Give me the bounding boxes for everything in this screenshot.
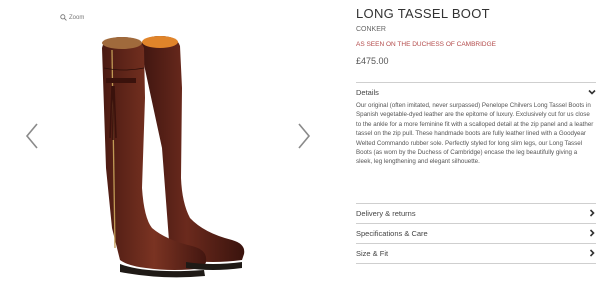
size-header[interactable]: Size & Fit: [356, 244, 596, 262]
size-label: Size & Fit: [356, 248, 389, 258]
chevron-right-icon: [589, 229, 595, 237]
delivery-label: Delivery & returns: [356, 208, 416, 218]
accordion-size: Size & Fit: [356, 243, 596, 262]
chevron-down-icon: [588, 89, 596, 95]
as-seen-label: AS SEEN ON THE DUCHESS OF CAMBRIDGE: [356, 41, 497, 48]
product-color: CONKER: [356, 26, 386, 33]
chevron-right-icon[interactable]: [296, 122, 312, 150]
details-label: Details: [356, 87, 379, 97]
product-image[interactable]: [82, 28, 254, 280]
chevron-left-icon[interactable]: [24, 122, 40, 150]
zoom-label: Zoom: [69, 14, 85, 21]
search-icon: [60, 14, 67, 21]
product-gallery: Zoom: [0, 0, 345, 282]
specs-header[interactable]: Specifications & Care: [356, 224, 596, 242]
accordion-delivery: Delivery & returns: [356, 203, 596, 222]
chevron-right-icon: [589, 209, 595, 217]
chevron-right-icon: [589, 249, 595, 257]
details-text: Our original (often imitated, never surp…: [356, 102, 594, 166]
details-header[interactable]: Details: [356, 83, 596, 101]
accordion-specs: Specifications & Care: [356, 223, 596, 242]
specs-label: Specifications & Care: [356, 228, 428, 238]
zoom-button[interactable]: Zoom: [60, 14, 84, 21]
accordion-details: Details Our original (often imitated, ne…: [356, 82, 596, 167]
product-title: LONG TASSEL BOOT: [356, 6, 490, 21]
delivery-header[interactable]: Delivery & returns: [356, 204, 596, 222]
product-price: £475.00: [356, 56, 389, 66]
product-info: LONG TASSEL BOOT CONKER AS SEEN ON THE D…: [356, 0, 600, 282]
divider: [356, 263, 596, 264]
